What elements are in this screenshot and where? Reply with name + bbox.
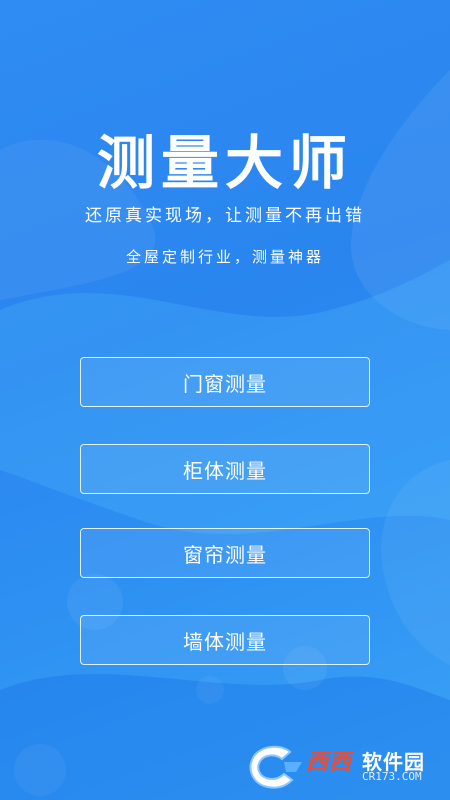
wall-measure-button[interactable]: 墙体测量 <box>80 615 370 665</box>
cabinet-measure-button[interactable]: 柜体测量 <box>80 444 370 494</box>
curtain-measure-button[interactable]: 窗帘测量 <box>80 528 370 578</box>
watermark-logo: 西西 软件园 CR173.COM <box>244 742 444 794</box>
curtain-measure-label: 窗帘测量 <box>183 542 267 567</box>
launch-screen: 测量大师 还原真实现场，让测量不再出错 全屋定制行业，测量神器 门窗测量 柜体测… <box>0 0 450 800</box>
slogan-secondary: 全屋定制行业，测量神器 <box>125 248 324 266</box>
bubble-bottom-left <box>14 744 66 796</box>
door-window-measure-label: 门窗测量 <box>183 371 267 396</box>
slogan-primary: 还原真实现场，让测量不再出错 <box>85 206 365 226</box>
watermark-brand: 西西 <box>306 750 353 775</box>
watermark-c-icon <box>249 745 302 789</box>
cabinet-measure-label: 柜体测量 <box>183 458 267 483</box>
door-window-measure-button[interactable]: 门窗测量 <box>80 357 370 407</box>
watermark-url: CR173.COM <box>362 770 422 783</box>
app-title: 测量大师 <box>96 129 353 197</box>
bubble-small <box>196 676 224 704</box>
wall-measure-label: 墙体测量 <box>183 629 267 654</box>
